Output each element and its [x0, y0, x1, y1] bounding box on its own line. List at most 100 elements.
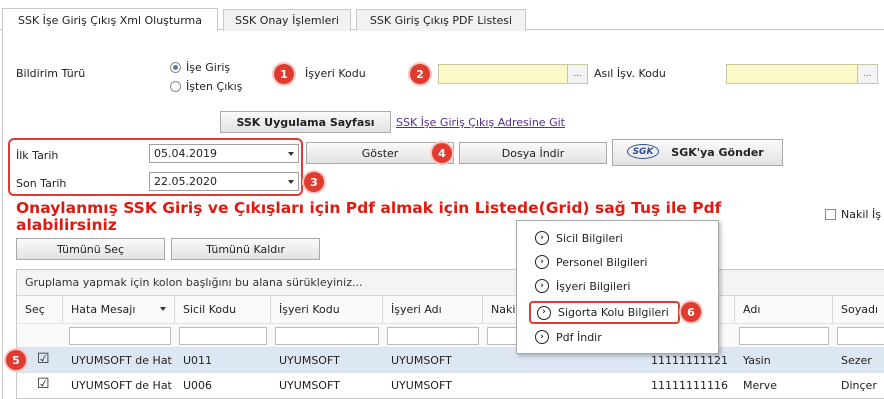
column-label: Seç [25, 303, 45, 316]
filter-input-hata-mesaji[interactable] [69, 327, 171, 345]
table-row[interactable]: ☑ UYUMSOFT de Hat U011 UYUMSOFT UYUMSOFT… [17, 347, 884, 372]
radio-ise-giris-label: İşe Giriş [186, 61, 231, 74]
tab-label: SSK Onay İşlemleri [235, 14, 339, 27]
cell-isyeri-adi: UYUMSOFT [391, 353, 452, 367]
context-menu-item-personel-bilgileri[interactable]: › Personel Bilgileri [535, 252, 647, 272]
step-badge-6: 6 [681, 302, 701, 322]
column-label: Sicil Kodu [183, 303, 237, 316]
cell-tc: 11111111116 [651, 378, 728, 392]
asil-isv-kodu-input[interactable]: ... [726, 64, 878, 84]
column-header-adi[interactable]: Adı [735, 296, 833, 323]
column-label: Adı [743, 303, 761, 316]
isyeri-kodu-input[interactable]: ... [438, 64, 588, 84]
ilk-tarih-value: 05.04.2019 [154, 147, 217, 160]
filter-input-isyeri-kodu[interactable] [275, 327, 379, 345]
chevron-right-circle-icon: › [535, 330, 549, 344]
notice-line-2: alabilirsiniz [16, 216, 117, 234]
context-menu-label: İşyeri Bilgileri [556, 279, 631, 293]
context-menu-label: Personel Bilgileri [556, 255, 648, 269]
son-tarih-value: 22.05.2020 [154, 175, 217, 188]
step-badge-5: 5 [6, 350, 26, 370]
cell-adi: Yasin [743, 353, 771, 367]
cell-sicil-kodu: U011 [183, 353, 213, 367]
tab-onay-islemleri[interactable]: SSK Onay İşlemleri [223, 9, 351, 31]
tab-label: SSK İşe Giriş Çıkış Xml Oluşturma [18, 13, 202, 27]
data-grid: Gruplama yapmak için kolon başlığını bu … [16, 269, 884, 399]
tab-label: SSK Giriş Çıkış PDF Listesi [369, 14, 513, 27]
filter-input-adi[interactable] [739, 327, 829, 345]
asil-isv-kodu-lookup-button[interactable]: ... [857, 65, 877, 83]
column-label: Hata Mesajı [71, 303, 136, 316]
row-checkbox[interactable]: ☑ [37, 377, 51, 393]
filter-input-soyadi[interactable] [837, 327, 884, 345]
tab-pdf-listesi[interactable]: SSK Giriş Çıkış PDF Listesi [356, 9, 526, 31]
cell-sicil-kodu: U006 [183, 378, 213, 392]
cell-isyeri-kodu: UYUMSOFT [279, 353, 340, 367]
notice-line-1: Onaylanmış SSK Giriş ve Çıkışları için P… [16, 199, 722, 217]
ssk-adres-link[interactable]: SSK İşe Giriş Çıkış Adresine Git [396, 116, 565, 129]
son-tarih-label: Son Tarih [16, 177, 67, 190]
goster-label: Göster [361, 146, 399, 160]
table-row[interactable]: ☑ UYUMSOFT de Hat U006 UYUMSOFT UYUMSOFT… [17, 372, 884, 397]
step-badge-2: 2 [410, 64, 430, 84]
isyeri-kodu-lookup-button[interactable]: ... [567, 65, 587, 83]
step-badge-4: 4 [432, 143, 452, 163]
context-menu-item-pdf-indir[interactable]: › Pdf İndir [535, 327, 602, 347]
dosya-indir-label: Dosya İndir [501, 146, 565, 160]
deselect-all-button[interactable]: Tümünü Kaldır [171, 238, 320, 260]
radio-isten-cikis[interactable] [170, 81, 181, 92]
filter-dropdown-icon[interactable] [160, 307, 166, 311]
column-header-isyeri-adi[interactable]: İşyeri Adı [383, 296, 483, 323]
sgk-gonder-button[interactable]: SGK SGK'ya Gönder [612, 139, 783, 166]
deselect-all-label: Tümünü Kaldır [206, 242, 285, 256]
context-menu-item-sicil-bilgileri[interactable]: › Sicil Bilgileri [535, 228, 623, 248]
column-label: İşyeri Adı [391, 303, 442, 316]
filter-input-sicil-kodu[interactable] [179, 327, 267, 345]
column-header-hata-mesaji[interactable]: Hata Mesajı [63, 296, 175, 323]
context-menu-item-sigorta-kolu-bilgileri[interactable]: › Sigorta Kolu Bilgileri [529, 301, 680, 324]
context-menu-label: Sicil Bilgileri [556, 231, 623, 245]
column-header-soyadi[interactable]: Soyadı [833, 296, 884, 323]
column-header-sicil-kodu[interactable]: Sicil Kodu [175, 296, 271, 323]
step-badge-3: 3 [304, 172, 324, 192]
step-badge-1: 1 [274, 64, 294, 84]
cell-hata-mesaji: UYUMSOFT de Hat [71, 378, 172, 392]
chevron-right-circle-icon: › [535, 279, 549, 293]
ilk-tarih-label: İlk Tarih [16, 149, 59, 162]
row-checkbox[interactable]: ☑ [37, 352, 51, 368]
sgk-logo-icon: SGK [627, 144, 659, 159]
column-label: İşyeri Kodu [279, 303, 340, 316]
filter-row [17, 323, 884, 347]
chevron-down-icon [288, 180, 294, 184]
chevron-right-circle-icon: › [535, 255, 549, 269]
context-menu: › Sicil Bilgileri › Personel Bilgileri ›… [516, 220, 719, 354]
column-header-isyeri-kodu[interactable]: İşyeri Kodu [271, 296, 383, 323]
tab-xml-olusturma[interactable]: SSK İşe Giriş Çıkış Xml Oluşturma [2, 8, 218, 31]
ssk-uygulama-sayfasi-label: SSK Uygulama Sayfası [236, 115, 375, 129]
asil-isv-kodu-label: Asıl İşv. Kodu [594, 67, 666, 80]
bildirim-turu-label: Bildirim Türü [16, 67, 86, 80]
column-label: Nakil [491, 303, 519, 316]
cell-isyeri-kodu: UYUMSOFT [279, 378, 340, 392]
filter-input-isyeri-adi[interactable] [387, 327, 479, 345]
ilk-tarih-select[interactable]: 05.04.2019 [149, 144, 299, 163]
son-tarih-select[interactable]: 22.05.2020 [149, 172, 299, 191]
chevron-right-circle-icon: › [535, 231, 549, 245]
chevron-down-icon [288, 152, 294, 156]
ssk-uygulama-sayfasi-button[interactable]: SSK Uygulama Sayfası [220, 111, 391, 133]
column-header-sec[interactable]: Seç [17, 296, 63, 323]
dosya-indir-button[interactable]: Dosya İndir [459, 142, 607, 164]
select-all-button[interactable]: Tümünü Seç [16, 238, 165, 260]
group-drop-area[interactable]: Gruplama yapmak için kolon başlığını bu … [17, 270, 884, 296]
cell-soyadi: Sezer [841, 353, 872, 367]
cell-hata-mesaji: UYUMSOFT de Hat [71, 353, 172, 367]
context-menu-label: Pdf İndir [556, 330, 602, 344]
nakil-checkbox[interactable] [825, 209, 836, 220]
sgk-gonder-label: SGK'ya Gönder [671, 146, 764, 159]
tab-bar: SSK İşe Giriş Çıkış Xml Oluşturma SSK On… [0, 0, 884, 31]
cell-isyeri-adi: UYUMSOFT [391, 378, 452, 392]
context-menu-item-isyeri-bilgileri[interactable]: › İşyeri Bilgileri [535, 276, 630, 296]
cell-adi: Merve [743, 378, 778, 392]
radio-isten-cikis-label: İşten Çıkış [186, 80, 243, 93]
radio-ise-giris[interactable] [170, 62, 181, 73]
